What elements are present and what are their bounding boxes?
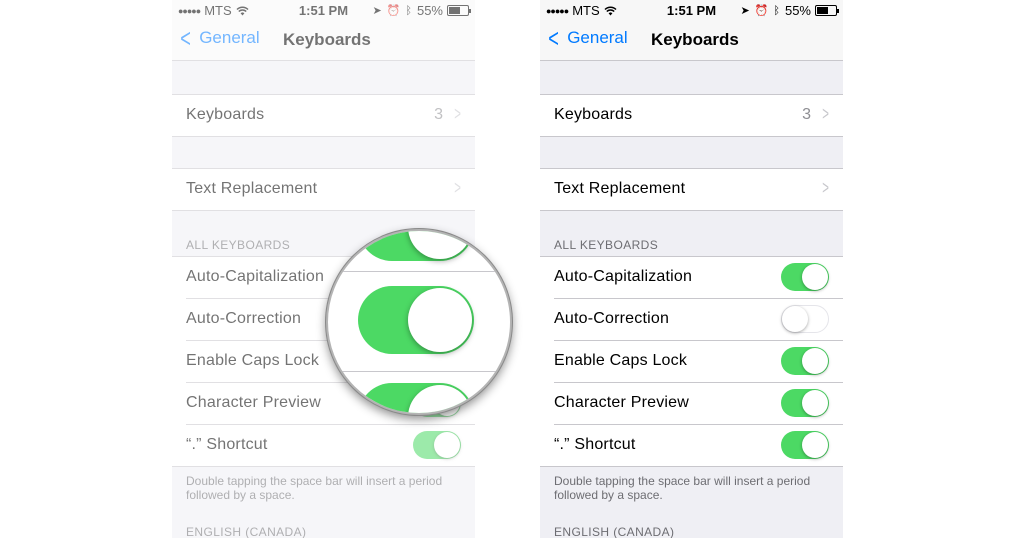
character-preview-label: Character Preview [186, 394, 322, 411]
text-replacement-group: Text Replacement > [540, 168, 843, 211]
character-preview-row: Character Preview [554, 383, 843, 425]
back-chevron-icon: < [548, 23, 559, 53]
keyboards-count: 3 [434, 106, 443, 123]
auto-capitalization-label: Auto-Capitalization [186, 268, 325, 285]
period-shortcut-row: “.” Shortcut [186, 425, 475, 466]
period-shortcut-row: “.” Shortcut [554, 425, 843, 466]
section-footer: Double tapping the space bar will insert… [186, 474, 443, 502]
alarm-icon: ⏰ [386, 5, 401, 17]
section-footer: Double tapping the space bar will insert… [554, 474, 811, 502]
magnified-toggle-bottom [358, 383, 474, 413]
period-shortcut-label: “.” Shortcut [186, 436, 268, 453]
location-arrow-icon: ➤ [740, 5, 750, 17]
section-header-all-keyboards: ALL KEYBOARDS [554, 238, 659, 252]
keyboards-label: Keyboards [554, 106, 633, 123]
keyboards-group: Keyboards 3 > [540, 94, 843, 137]
period-shortcut-toggle[interactable] [413, 431, 461, 459]
auto-capitalization-toggle[interactable] [781, 263, 829, 291]
enable-caps-lock-label: Enable Caps Lock [554, 352, 688, 369]
keyboards-group: Keyboards 3 > [172, 94, 475, 137]
toggle-knob [802, 264, 828, 290]
status-bar: ●●●●● MTS 1:51 PM ➤ ⏰ ᛒ 55% [540, 0, 843, 20]
toggle-knob [434, 432, 460, 458]
auto-correction-row: Auto-Correction [554, 299, 843, 341]
battery-percent: 55% [784, 3, 811, 18]
enable-caps-lock-toggle[interactable] [781, 347, 829, 375]
back-label: General [567, 28, 628, 47]
keyboards-cell[interactable]: Keyboards 3 > [554, 95, 843, 136]
battery-icon [815, 5, 839, 16]
page-title: Keyboards [651, 30, 739, 49]
keyboards-count: 3 [802, 106, 811, 123]
magnified-auto-correction-toggle [358, 286, 474, 354]
period-shortcut-label: “.” Shortcut [554, 436, 636, 453]
all-keyboards-group: Auto-Capitalization Auto-Correction Enab… [540, 256, 843, 467]
section-header-english-canada: ENGLISH (CANADA) [554, 525, 675, 538]
magnifier-callout [326, 229, 512, 415]
text-replacement-group: Text Replacement > [172, 168, 475, 211]
text-replacement-cell[interactable]: Text Replacement > [186, 169, 475, 210]
character-preview-toggle[interactable] [781, 389, 829, 417]
back-chevron-icon: < [180, 23, 191, 53]
alarm-icon: ⏰ [754, 5, 769, 17]
back-button[interactable]: < General [178, 23, 260, 53]
toggle-knob [802, 390, 828, 416]
battery-percent: 55% [416, 3, 443, 18]
status-bar: ●●●●● MTS 1:51 PM ➤ ⏰ ᛒ 55% [172, 0, 475, 20]
text-replacement-cell[interactable]: Text Replacement > [554, 169, 843, 210]
settings-screen-right: ●●●●● MTS 1:51 PM ➤ ⏰ ᛒ 55% < General Ke… [540, 0, 843, 538]
bluetooth-icon: ᛒ [773, 4, 780, 17]
keyboards-cell[interactable]: Keyboards 3 > [186, 95, 475, 136]
auto-capitalization-row: Auto-Capitalization [554, 257, 843, 299]
toggle-knob [802, 432, 828, 458]
character-preview-label: Character Preview [554, 394, 690, 411]
auto-correction-label: Auto-Correction [186, 310, 302, 327]
battery-icon [447, 5, 471, 16]
disclosure-chevron-icon: > [822, 104, 829, 125]
enable-caps-lock-row: Enable Caps Lock [554, 341, 843, 383]
period-shortcut-toggle[interactable] [781, 431, 829, 459]
page-title: Keyboards [283, 30, 371, 49]
toggle-knob [802, 348, 828, 374]
text-replacement-label: Text Replacement [186, 180, 318, 197]
section-header-english-canada: ENGLISH (CANADA) [186, 525, 307, 538]
bluetooth-icon: ᛒ [405, 4, 412, 17]
auto-correction-label: Auto-Correction [554, 310, 670, 327]
text-replacement-label: Text Replacement [554, 180, 686, 197]
back-label: General [199, 28, 260, 47]
magnified-toggle-top [358, 231, 474, 261]
disclosure-chevron-icon: > [454, 178, 461, 199]
keyboards-label: Keyboards [186, 106, 265, 123]
disclosure-chevron-icon: > [822, 178, 829, 199]
navigation-bar: < General Keyboards [540, 20, 843, 61]
section-header-all-keyboards: ALL KEYBOARDS [186, 238, 291, 252]
location-arrow-icon: ➤ [372, 5, 382, 17]
navigation-bar: < General Keyboards [172, 20, 475, 61]
auto-capitalization-label: Auto-Capitalization [554, 268, 693, 285]
back-button[interactable]: < General [546, 23, 628, 53]
auto-correction-toggle[interactable] [781, 305, 829, 333]
toggle-knob [782, 306, 808, 332]
disclosure-chevron-icon: > [454, 104, 461, 125]
enable-caps-lock-label: Enable Caps Lock [186, 352, 320, 369]
